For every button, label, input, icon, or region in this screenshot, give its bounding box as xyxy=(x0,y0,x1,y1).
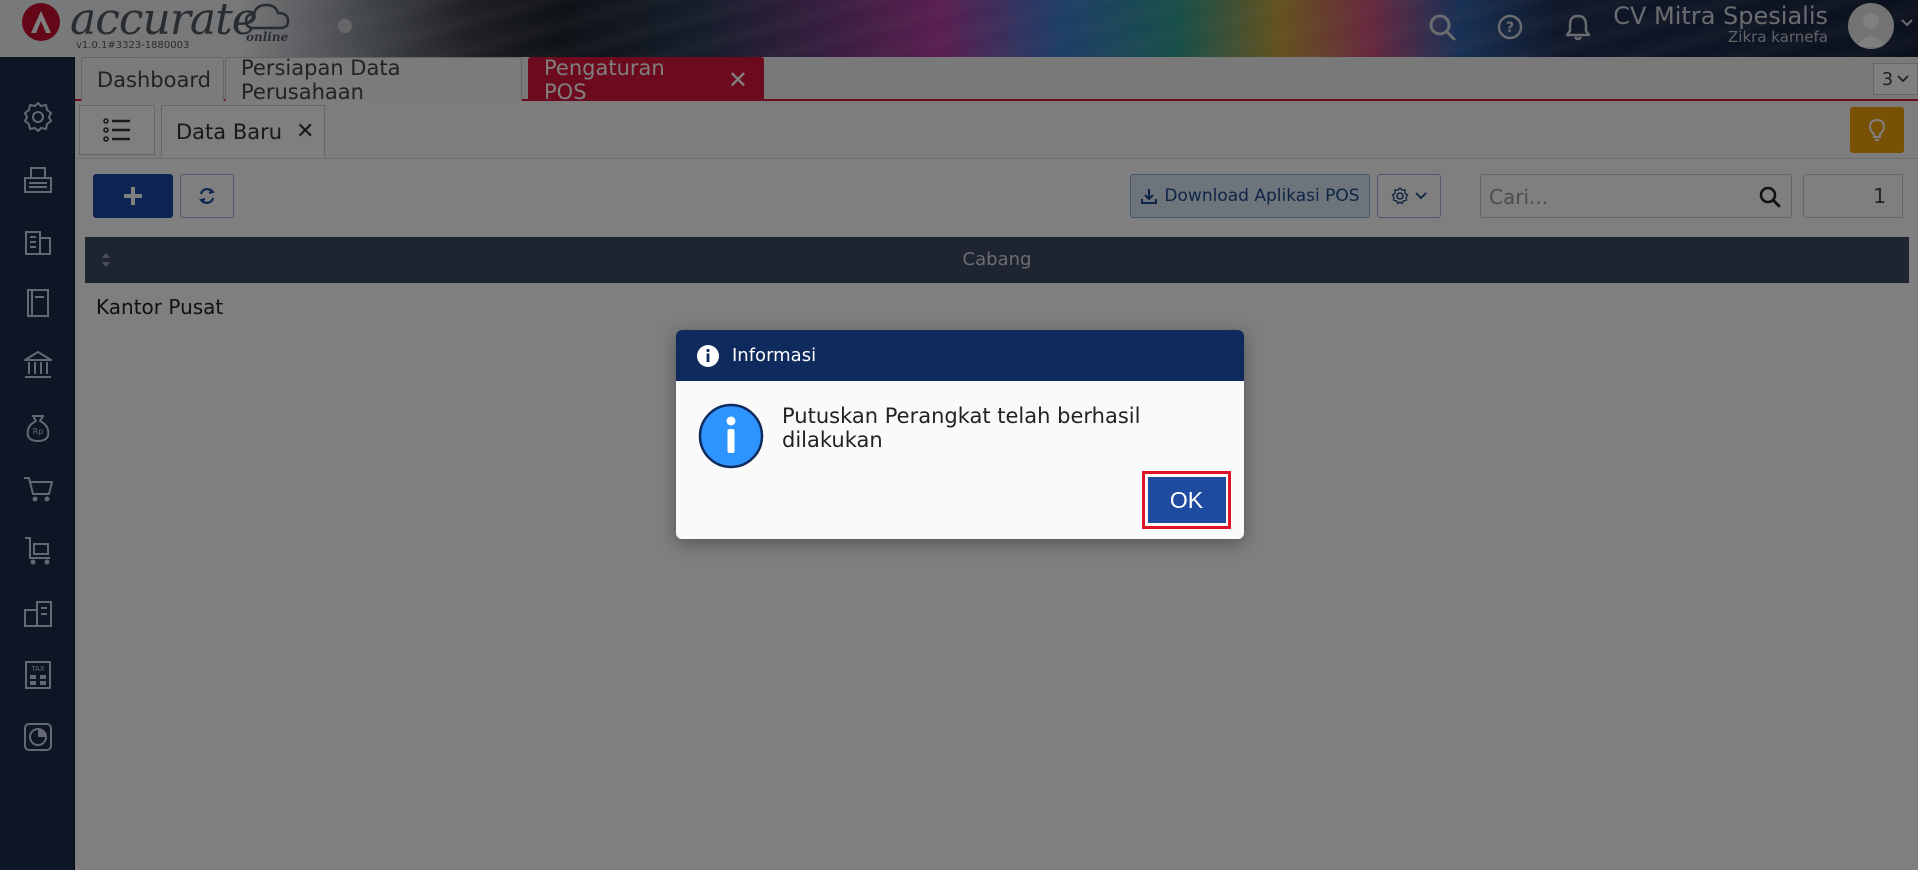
dialog-title: Informasi xyxy=(732,345,817,366)
dialog-header: Informasi xyxy=(676,330,1244,381)
dialog-message: Putuskan Perangkat telah berhasil dilaku… xyxy=(782,404,1141,452)
ok-button-highlight: OK xyxy=(1142,471,1231,529)
ok-button[interactable]: OK xyxy=(1147,477,1226,523)
info-large-icon xyxy=(698,403,764,469)
info-dialog: Informasi Putuskan Perangkat telah berha… xyxy=(676,330,1244,539)
info-icon xyxy=(697,344,719,367)
